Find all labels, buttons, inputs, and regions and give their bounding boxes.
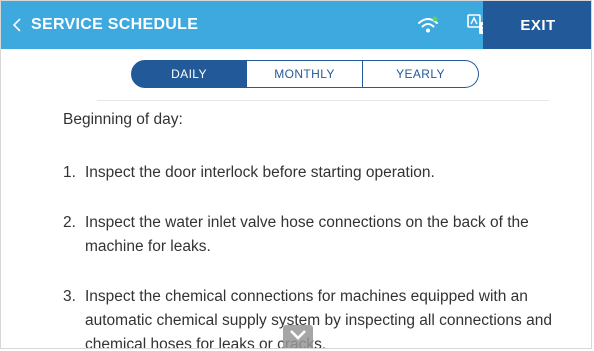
chevron-left-icon: [11, 15, 23, 35]
step-number: 2.: [63, 214, 76, 231]
header-bar: SERVICE SCHEDULE EXIT: [1, 1, 591, 49]
tab-yearly[interactable]: YEARLY: [363, 60, 479, 88]
divider: [97, 100, 549, 101]
step-text: Inspect the chemical connections for mac…: [85, 288, 552, 349]
chevron-down-icon: [289, 328, 307, 346]
schedule-content: Beginning of day: 1. Inspect the door in…: [63, 108, 563, 349]
list-item: 2. Inspect the water inlet valve hose co…: [63, 211, 563, 259]
wifi-icon[interactable]: [417, 15, 439, 35]
section-heading: Beginning of day:: [63, 111, 183, 128]
exit-button[interactable]: EXIT: [483, 1, 591, 49]
back-button[interactable]: SERVICE SCHEDULE: [1, 1, 198, 49]
step-list: 1. Inspect the door interlock before sta…: [63, 161, 563, 349]
list-item: 1. Inspect the door interlock before sta…: [63, 161, 563, 185]
step-text: Inspect the door interlock before starti…: [85, 164, 435, 181]
step-text: Inspect the water inlet valve hose conne…: [85, 214, 529, 255]
tab-monthly[interactable]: MONTHLY: [247, 60, 363, 88]
tab-daily[interactable]: DAILY: [131, 60, 247, 88]
step-number: 1.: [63, 164, 76, 181]
schedule-tabs: DAILY MONTHLY YEARLY: [131, 60, 479, 88]
step-number: 3.: [63, 288, 76, 305]
screen: SERVICE SCHEDULE EXIT DAILY MONTHLY YEAR…: [0, 0, 592, 349]
page-title: SERVICE SCHEDULE: [31, 16, 199, 33]
list-item: 3. Inspect the chemical connections for …: [63, 285, 563, 349]
scroll-down-button[interactable]: [283, 325, 313, 348]
